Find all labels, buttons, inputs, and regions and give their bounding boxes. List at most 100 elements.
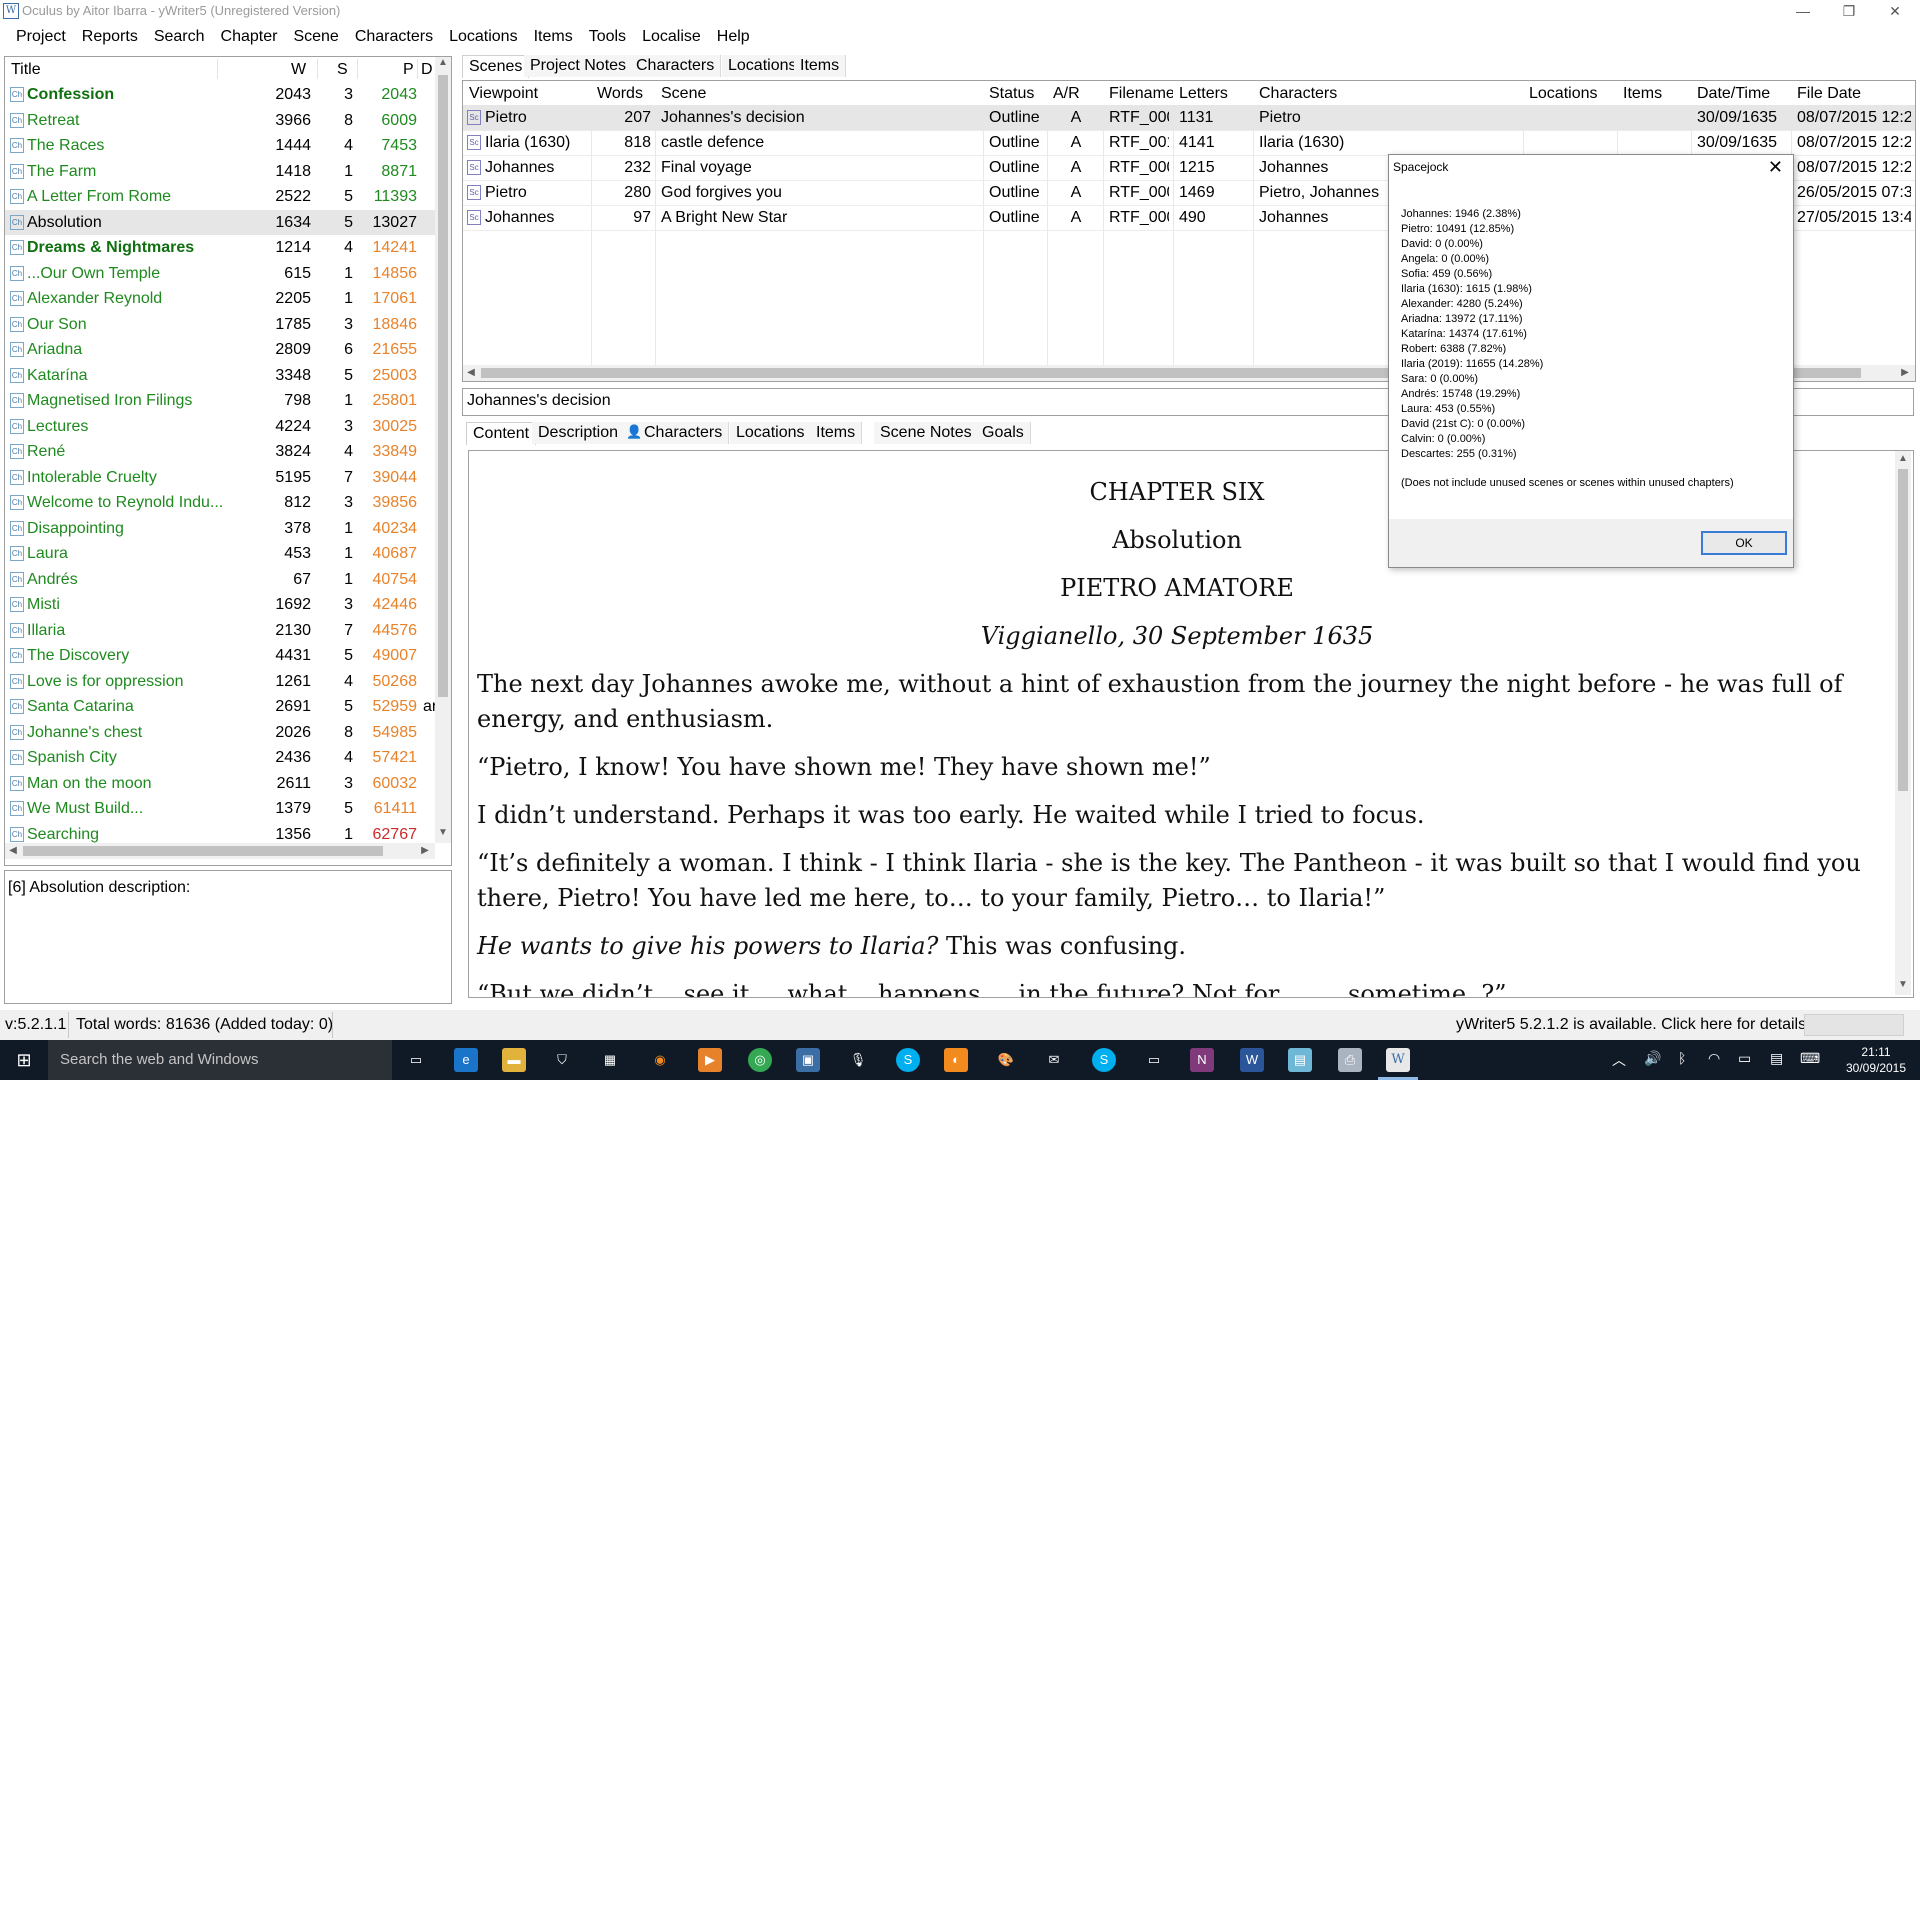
grid-header-viewpoint[interactable]: Viewpoint <box>463 81 591 105</box>
taskbar-clock[interactable]: 21:11 30/09/2015 <box>1836 1044 1916 1076</box>
chapter-row[interactable]: Ch Andrés 67 1 40754 <box>5 567 435 592</box>
chapter-row[interactable]: Ch Retreat 3966 8 6009 <box>5 108 435 133</box>
menu-characters[interactable]: Characters <box>347 24 441 52</box>
chapter-row[interactable]: Ch Our Son 1785 3 18846 <box>5 312 435 337</box>
chapter-row[interactable]: Ch A Letter From Rome 2522 5 11393 <box>5 184 435 209</box>
menu-project[interactable]: Project <box>8 24 74 52</box>
update-available-link[interactable]: yWriter5 5.2.1.2 is available. Click her… <box>1456 1016 1811 1034</box>
grid-header-status[interactable]: Status <box>983 81 1047 105</box>
chapter-row[interactable]: Ch Disappointing 378 1 40234 <box>5 516 435 541</box>
chapter-row[interactable]: Ch We Must Build... 1379 5 61411 <box>5 796 435 821</box>
chapter-row[interactable]: Ch Katarína 3348 5 25003 <box>5 363 435 388</box>
menu-localise[interactable]: Localise <box>634 24 709 52</box>
grid-header-scene[interactable]: Scene <box>655 81 983 105</box>
chapter-row[interactable]: Ch Confession 2043 3 2043 <box>5 82 435 107</box>
chapter-row[interactable]: Ch Illaria 2130 7 44576 <box>5 618 435 643</box>
menu-search[interactable]: Search <box>146 24 213 52</box>
chapter-row[interactable]: Ch ...Our Own Temple 615 1 14856 <box>5 261 435 286</box>
grid-header-filename[interactable]: Filename <box>1103 81 1173 105</box>
grid-header-file-date[interactable]: File Date <box>1791 81 1915 105</box>
devices-icon[interactable]: ▭ <box>1142 1048 1166 1072</box>
menu-items[interactable]: Items <box>526 24 581 52</box>
chapter-row[interactable]: Ch Intolerable Cruelty 5195 7 39044 <box>5 465 435 490</box>
task-view-icon[interactable]: ▭ <box>404 1048 428 1072</box>
chapter-row[interactable]: Ch The Farm 1418 1 8871 <box>5 159 435 184</box>
scene-tab-description[interactable]: Description <box>532 422 626 444</box>
skype-business-icon[interactable]: S <box>1092 1048 1116 1072</box>
keyboard-icon[interactable]: ⌨ <box>1800 1050 1820 1067</box>
chapter-row[interactable]: Ch Santa Catarina 2691 5 52959 ar <box>5 694 435 719</box>
menu-chapter[interactable]: Chapter <box>213 24 286 52</box>
grid-scroll-right-icon[interactable]: ▶ <box>1897 367 1913 378</box>
grid-header-words[interactable]: Words <box>591 81 655 105</box>
bluetooth-icon[interactable]: ᛒ <box>1678 1050 1686 1066</box>
windows-start-icon[interactable]: ⊞ <box>12 1048 36 1072</box>
grid-header-letters[interactable]: Letters <box>1173 81 1253 105</box>
notes-icon[interactable]: ▤ <box>1288 1048 1312 1072</box>
editor-scroll-up-icon[interactable]: ▲ <box>1895 453 1911 464</box>
scene-tab-scene-notes[interactable]: Scene Notes <box>874 422 979 444</box>
chapter-row[interactable]: Ch Man on the moon 2611 3 60032 <box>5 771 435 796</box>
volume-icon[interactable]: 🔊 <box>1644 1050 1661 1067</box>
scroll-down-arrow-icon[interactable]: ▼ <box>435 827 451 838</box>
scroll-left-arrow-icon[interactable]: ◀ <box>5 845 21 856</box>
taskbar-search-box[interactable]: Search the web and Windows <box>48 1040 392 1080</box>
chapter-row[interactable]: Ch Alexander Reynold 2205 1 17061 <box>5 286 435 311</box>
scene-row[interactable]: Sc Ilaria (1630) 818 castle defence Outline A… <box>463 130 1915 156</box>
chapter-row[interactable]: Ch Magnetised Iron Filings 798 1 25801 <box>5 388 435 413</box>
scroll-thumb[interactable] <box>438 75 448 697</box>
chapter-list-hscrollbar[interactable]: ◀ ▶ <box>5 843 435 859</box>
media-player-icon[interactable]: ▶ <box>698 1048 722 1072</box>
chapter-row[interactable]: Ch Johanne's chest 2026 8 54985 <box>5 720 435 745</box>
col-header-words[interactable]: W <box>291 57 306 81</box>
chapter-row[interactable]: Ch Love is for oppression 1261 4 50268 <box>5 669 435 694</box>
action-center-icon[interactable]: ▤ <box>1770 1050 1783 1067</box>
scene-tab-items[interactable]: Items <box>810 422 863 444</box>
close-button[interactable]: ✕ <box>1872 0 1918 24</box>
hscroll-thumb[interactable] <box>23 846 383 856</box>
grid-header-items[interactable]: Items <box>1617 81 1691 105</box>
store-icon[interactable]: ⛉ <box>550 1048 574 1072</box>
chapter-list-vscrollbar[interactable]: ▲ ▼ <box>435 57 451 843</box>
menu-scene[interactable]: Scene <box>285 24 346 52</box>
scene-tab-locations[interactable]: Locations <box>730 422 812 444</box>
ok-button[interactable]: OK <box>1701 531 1787 555</box>
remote-desktop-icon[interactable]: ▣ <box>796 1048 820 1072</box>
paint-icon[interactable]: 🎨 <box>994 1048 1018 1072</box>
menu-help[interactable]: Help <box>709 24 758 52</box>
voice-recorder-icon[interactable]: 🎙 <box>846 1048 870 1072</box>
grid-header-date-time[interactable]: Date/Time <box>1691 81 1791 105</box>
menu-reports[interactable]: Reports <box>74 24 146 52</box>
col-header-d[interactable]: D <box>421 57 433 81</box>
chrome-icon[interactable]: ◎ <box>748 1048 772 1072</box>
printer-icon[interactable]: ⎙ <box>1338 1048 1362 1072</box>
wifi-icon[interactable]: ◠ <box>1708 1050 1720 1067</box>
editor-vscrollbar[interactable]: ▲ ▼ <box>1895 451 1911 995</box>
chapter-row[interactable]: Ch Absolution 1634 5 13027 <box>5 209 435 235</box>
grid-header-characters[interactable]: Characters <box>1253 81 1523 105</box>
tab-characters[interactable]: Characters <box>630 55 722 77</box>
col-header-position[interactable]: P <box>403 57 414 81</box>
chapter-row[interactable]: Ch The Discovery 4431 5 49007 <box>5 643 435 668</box>
file-explorer-icon[interactable]: ▬ <box>502 1048 526 1072</box>
word-icon[interactable]: W <box>1240 1048 1264 1072</box>
tab-project-notes[interactable]: Project Notes <box>524 55 634 77</box>
scene-tab-goals[interactable]: Goals <box>976 422 1031 444</box>
grid-header-a-r[interactable]: A/R <box>1047 81 1103 105</box>
tab-scenes[interactable]: Scenes <box>462 55 530 78</box>
menu-tools[interactable]: Tools <box>581 24 634 52</box>
app-orange-icon[interactable]: ◐ <box>944 1048 968 1072</box>
minimize-button[interactable]: — <box>1780 0 1826 24</box>
tray-chevron-icon[interactable]: ︿ <box>1612 1050 1626 1070</box>
chapter-row[interactable]: Ch Lectures 4224 3 30025 <box>5 414 435 439</box>
menu-locations[interactable]: Locations <box>441 24 526 52</box>
chapter-row[interactable]: Ch Welcome to Reynold Indu... 812 3 39856 <box>5 490 435 515</box>
onenote-icon[interactable]: N <box>1190 1048 1214 1072</box>
scroll-up-arrow-icon[interactable]: ▲ <box>435 57 451 68</box>
chapter-row[interactable]: Ch Laura 453 1 40687 <box>5 541 435 566</box>
ywriter-taskbar-icon[interactable]: W <box>1386 1048 1410 1072</box>
chapter-description-box[interactable]: [6] Absolution description: <box>4 870 452 1004</box>
chapter-row[interactable]: Ch Spanish City 2436 4 57421 <box>5 745 435 770</box>
skype-icon[interactable]: S <box>896 1048 920 1072</box>
calculator-icon[interactable]: ▦ <box>598 1048 622 1072</box>
